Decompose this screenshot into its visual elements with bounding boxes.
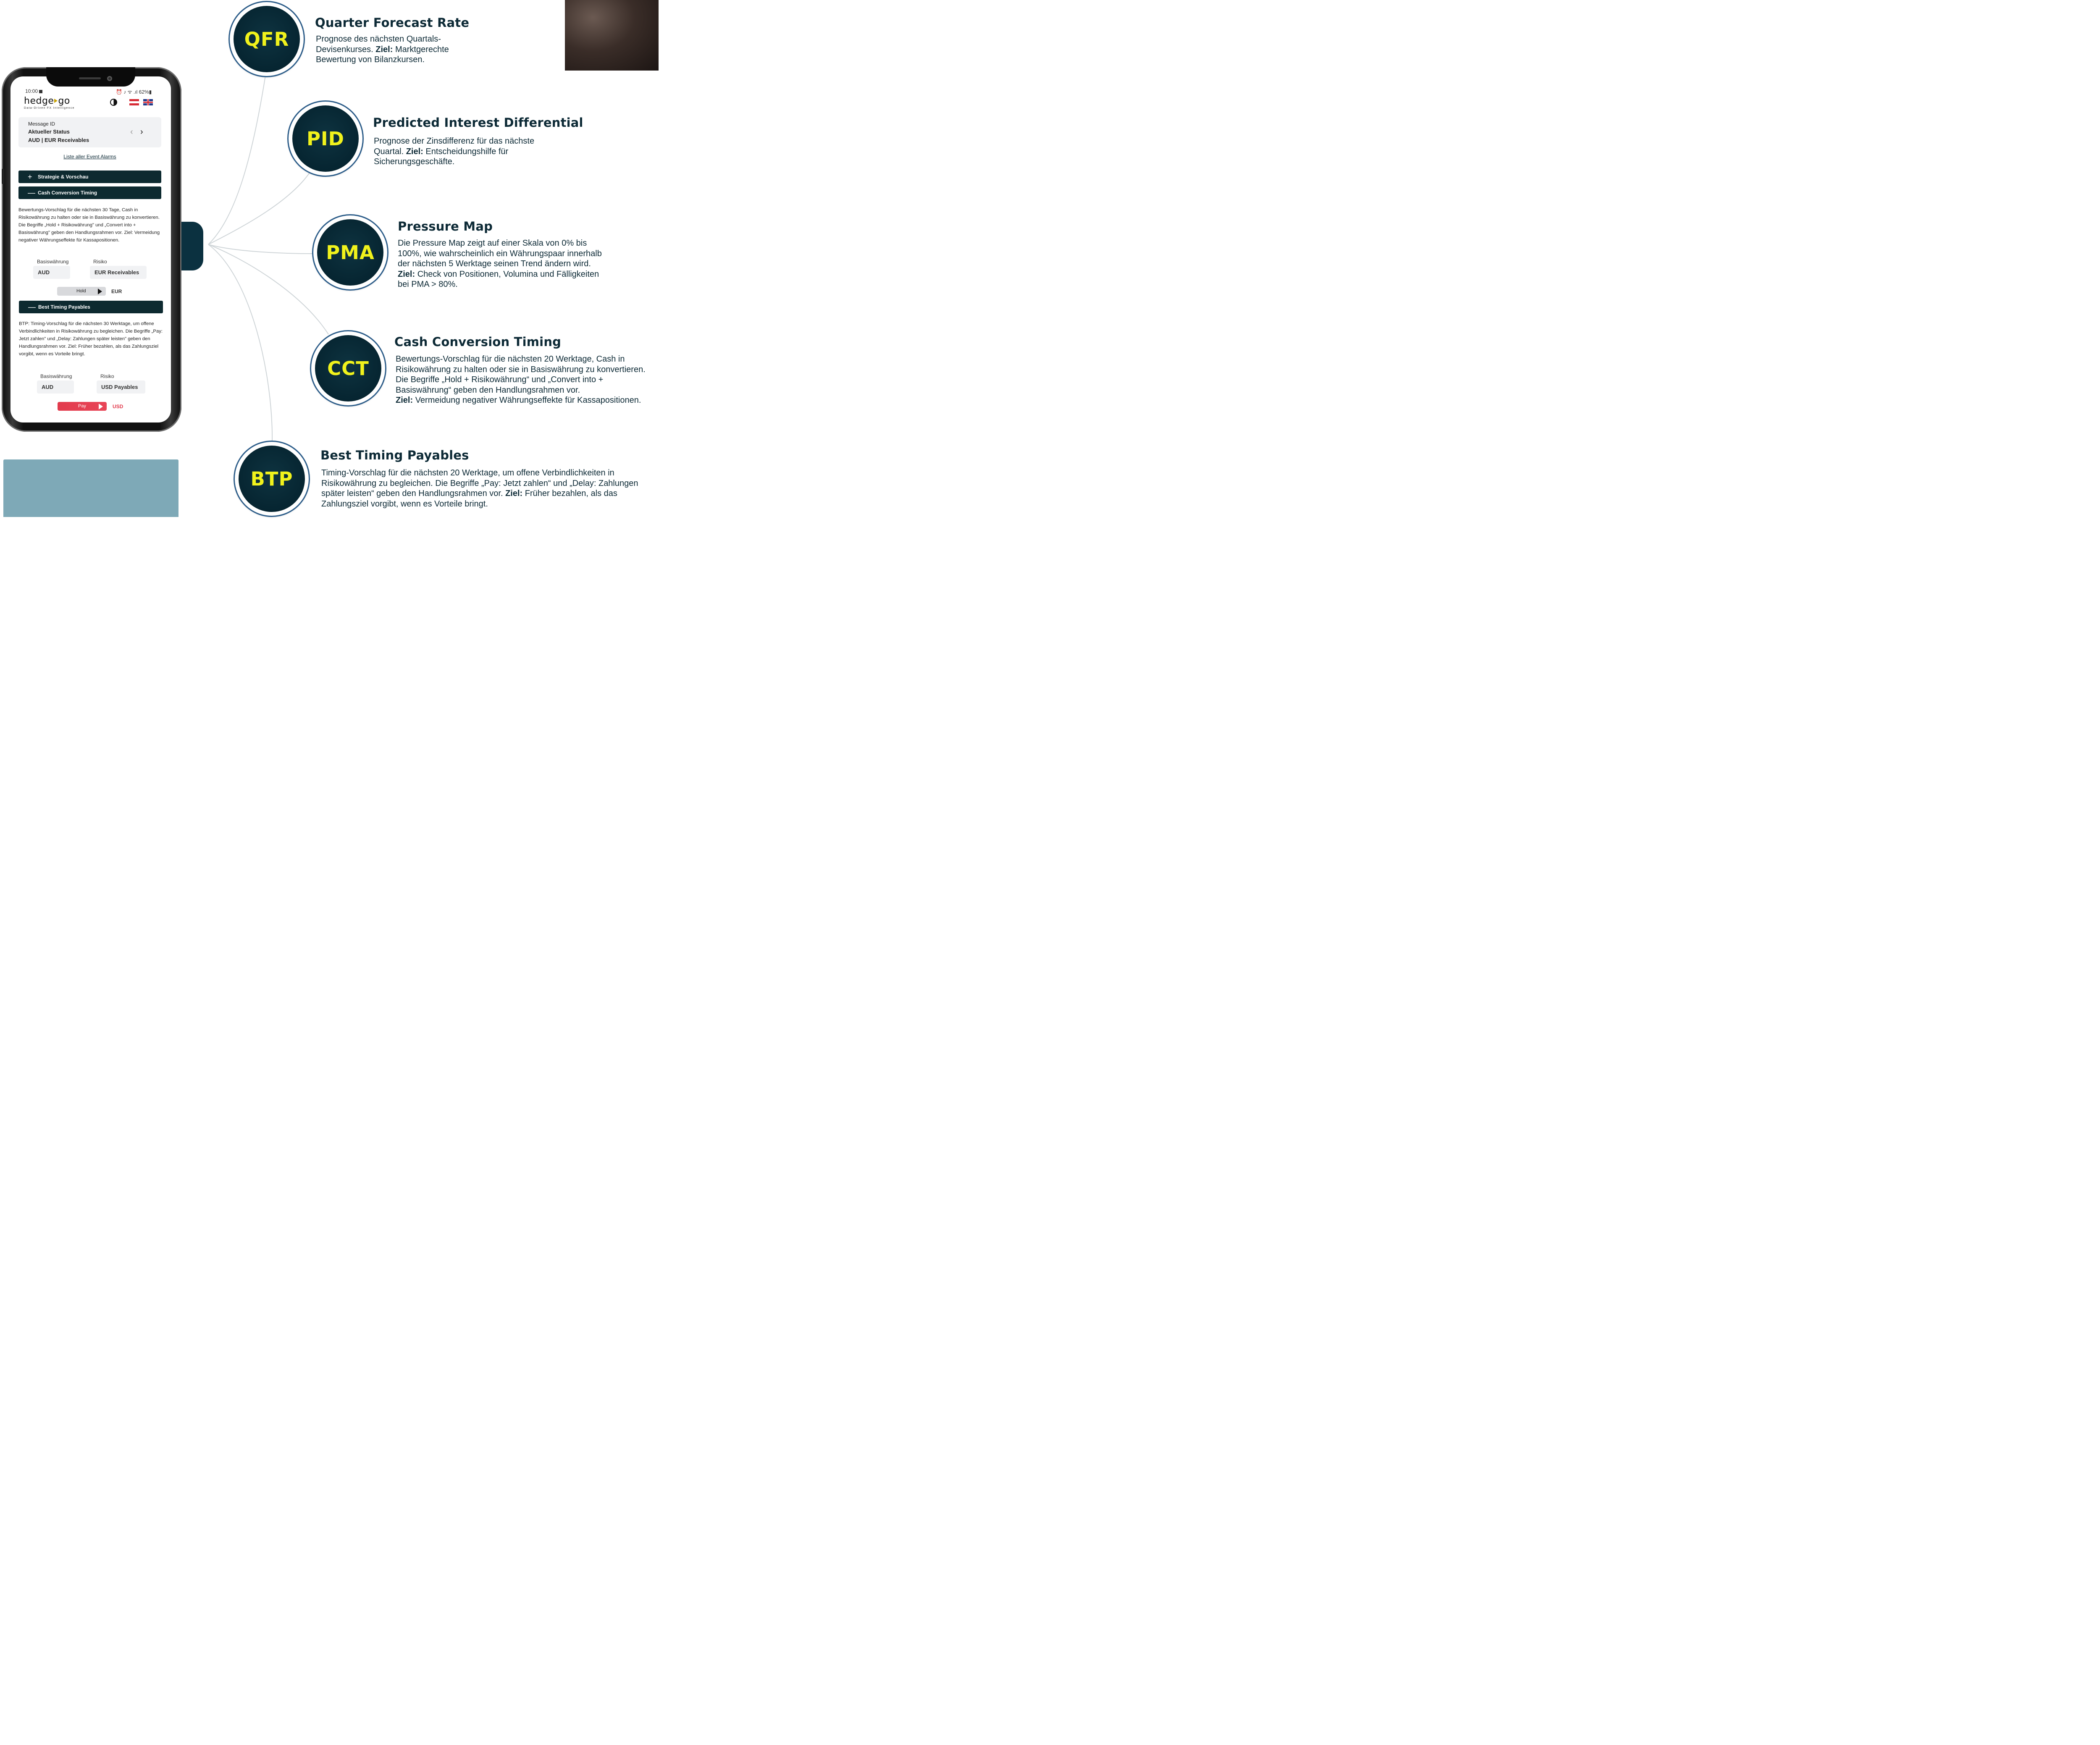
accordion-cct[interactable]: — Cash Conversion Timing — [18, 186, 161, 199]
status-time: 10:00 — [25, 88, 43, 94]
sim-icon — [39, 89, 43, 93]
pid-title: Predicted Interest Differential — [373, 115, 583, 130]
cct-section-description: Bewertungs-Vorschlag für die nächsten 20… — [396, 354, 646, 405]
qfr-badge-label: QFR — [234, 6, 300, 72]
phone-speaker — [79, 77, 101, 79]
play-icon — [99, 404, 103, 409]
hedgego-logo: hedge go Data-Driven FX Intelligence — [24, 96, 75, 110]
message-status: Aktueller Status — [28, 129, 70, 135]
btp-base-label: Basiswährung — [40, 373, 72, 379]
accordion-btp[interactable]: — Best Timing Payables — [19, 301, 163, 313]
btp-badge: BTP — [235, 442, 309, 516]
austria-flag-icon[interactable] — [129, 99, 139, 105]
qfr-description: Prognose des nächsten Quartals-Devisenku… — [316, 34, 449, 64]
logo-play-icon — [54, 99, 58, 103]
message-id-label: Message ID — [28, 121, 55, 127]
btp-risk-label: Risiko — [100, 373, 114, 379]
message-card: Message ID Aktueller Status AUD | EUR Re… — [18, 117, 161, 147]
hold-currency: EUR — [111, 289, 122, 294]
pay-label: Pay — [78, 404, 86, 409]
phone-side-button — [2, 169, 4, 184]
btp-badge-label: BTP — [239, 446, 305, 512]
cct-description: Bewertungs-Vorschlag für die nächsten 30… — [18, 207, 160, 243]
front-camera-icon — [107, 76, 112, 81]
event-alarms-link[interactable]: Liste aller Event Alarms — [18, 154, 161, 160]
btp-description: BTP: Timing-Vorschlag für die nächsten 3… — [19, 321, 163, 357]
phone-notch — [46, 67, 135, 87]
accordion-btp-label: Best Timing Payables — [38, 304, 90, 310]
chevron-right-icon[interactable]: › — [140, 127, 143, 137]
logo-word-left: hedge — [24, 96, 54, 106]
pay-button[interactable]: Pay — [58, 402, 107, 411]
chevron-left-icon[interactable]: ‹ — [130, 127, 133, 137]
hold-label: Hold — [76, 289, 86, 294]
cct-risk-label: Risiko — [93, 259, 107, 265]
minus-icon: — — [28, 303, 36, 311]
pma-badge-label: PMA — [317, 219, 383, 286]
pid-badge-label: PID — [292, 105, 359, 172]
connector-cct — [208, 244, 329, 335]
btp-title: Best Timing Payables — [320, 448, 469, 462]
cct-badge: CCT — [311, 331, 385, 405]
minus-icon: — — [28, 189, 35, 197]
logo-tagline: Data-Driven FX Intelligence — [24, 107, 75, 110]
pma-badge: PMA — [313, 215, 387, 289]
accordion-strategy[interactable]: + Strategie & Vorschau — [18, 171, 161, 183]
cct-badge-label: CCT — [315, 335, 381, 401]
status-indicators: ⏰ ♪ ᯤ .ıl 62%▮ — [116, 89, 152, 95]
pid-description: Prognose der Zinsdifferenz für das nächs… — [374, 136, 535, 166]
pma-title: Pressure Map — [398, 219, 493, 234]
decorative-teal-panel — [3, 459, 178, 517]
pay-currency: USD — [113, 404, 123, 409]
pid-badge: PID — [289, 102, 362, 176]
logo-word-right: go — [58, 96, 70, 106]
connector-qfr — [208, 75, 266, 245]
photo-thumbnail — [565, 0, 659, 71]
uk-flag-icon[interactable] — [143, 99, 153, 105]
accordion-strategy-label: Strategie & Vorschau — [38, 174, 89, 180]
connector-btp — [208, 244, 273, 441]
btp-risk-field[interactable]: USD Payables — [97, 380, 145, 394]
plus-icon: + — [28, 173, 32, 181]
cct-title: Cash Conversion Timing — [394, 335, 562, 349]
cct-risk-field[interactable]: EUR Receivables — [90, 266, 147, 279]
accordion-cct-label: Cash Conversion Timing — [38, 190, 97, 196]
connector-pma — [208, 244, 313, 254]
message-currency-pair: AUD | EUR Receivables — [28, 137, 89, 143]
btp-base-field[interactable]: AUD — [37, 380, 74, 394]
cct-base-field[interactable]: AUD — [33, 266, 70, 279]
connector-pid — [208, 172, 310, 245]
btp-section-description: Timing-Vorschlag für die nächsten 20 Wer… — [321, 468, 638, 509]
hold-button[interactable]: Hold — [57, 287, 106, 296]
cct-base-label: Basiswährung — [37, 259, 69, 265]
contrast-toggle-icon[interactable] — [110, 99, 117, 106]
qfr-badge: QFR — [230, 2, 304, 76]
pma-description: Die Pressure Map zeigt auf einer Skala v… — [398, 239, 602, 289]
play-icon — [98, 289, 102, 294]
qfr-title: Quarter Forecast Rate — [315, 16, 470, 30]
